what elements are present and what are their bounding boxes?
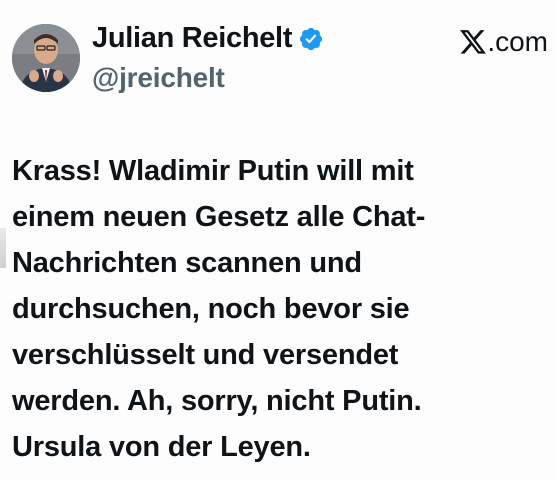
tweet-line: durchsuchen, noch bevor sie [12, 293, 410, 325]
tweet-line: verschlüsselt und versendet [12, 339, 399, 371]
edge-mark [0, 228, 6, 268]
verified-badge-icon [298, 26, 324, 52]
avatar[interactable] [12, 24, 80, 92]
tweet-card: Julian Reichelt @jreichelt .com Krass! W… [0, 0, 556, 480]
portrait-avatar-image [12, 24, 80, 92]
x-logo-icon [460, 30, 487, 54]
tweet-line: Nachrichten scannen und [12, 247, 362, 279]
display-name[interactable]: Julian Reichelt [92, 22, 292, 55]
tweet-line: Krass! Wladimir Putin will mit [12, 155, 414, 187]
tweet-line: werden. Ah, sorry, nicht Putin. [12, 385, 422, 417]
name-row: Julian Reichelt [92, 22, 324, 55]
tweet-text: Krass! Wladimir Putin will mit einem neu… [12, 148, 542, 470]
user-handle[interactable]: @jreichelt [92, 62, 225, 94]
source-domain: .com [487, 26, 548, 57]
tweet-line: einem neuen Gesetz alle Chat- [12, 201, 426, 233]
source-label: .com [460, 26, 548, 58]
tweet-line: Ursula von der Leyen. [12, 431, 311, 463]
